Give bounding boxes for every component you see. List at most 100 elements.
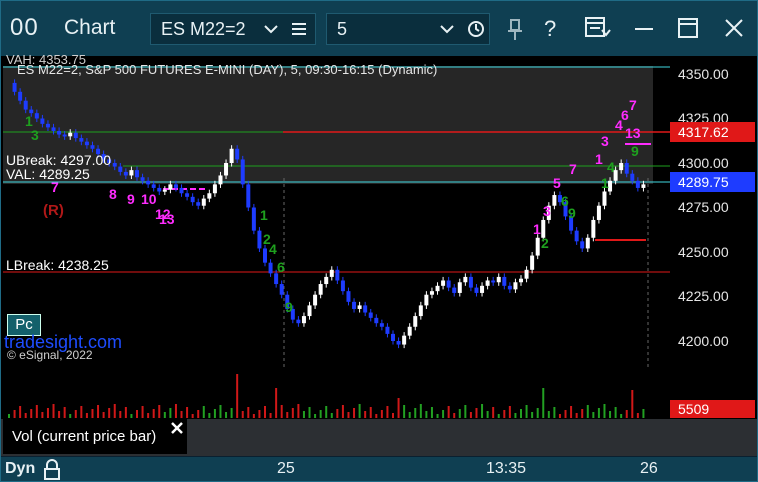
price-tick: 4200.00: [678, 333, 729, 349]
volume-bar: [280, 405, 283, 418]
volume-bar: [197, 410, 200, 418]
candle: [118, 166, 123, 172]
volume-bar: [158, 405, 161, 418]
close-study-icon[interactable]: [170, 421, 184, 435]
volume-bar: [119, 411, 122, 418]
volume-bar: [430, 407, 433, 418]
volume-bar: [553, 407, 556, 418]
candle: [340, 280, 345, 292]
volume-bar: [202, 406, 205, 418]
candle: [591, 219, 596, 238]
volume-bar: [264, 406, 266, 418]
clock-icon[interactable]: [467, 20, 485, 38]
lock-icon[interactable]: [42, 459, 62, 481]
volume-bar: [174, 404, 177, 418]
svg-text:?: ?: [544, 16, 556, 41]
candle: [168, 184, 173, 190]
candle: [424, 294, 429, 306]
volume-bar: [130, 414, 133, 418]
symbol-value: ES M22=2: [161, 19, 246, 39]
price-tick: 4225.00: [678, 288, 729, 304]
volume-bar: [108, 408, 111, 418]
candle: [23, 100, 28, 110]
volume-bar: [414, 408, 417, 418]
candle: [162, 189, 167, 192]
price-tick: 4275.00: [678, 199, 729, 215]
volume-bar: [113, 404, 116, 418]
volume-bar: [614, 407, 617, 418]
candle: [474, 287, 479, 293]
candlestick-series[interactable]: 137 8 9 101213 1246913572691143467139: [3, 58, 670, 367]
close-icon[interactable]: [722, 16, 746, 40]
volume-bar: [258, 410, 261, 418]
layout-dropdown-icon[interactable]: [585, 16, 613, 40]
volume-bar: [319, 410, 322, 418]
volume-bar: [186, 407, 189, 418]
price-axis[interactable]: 4350.00 4325.00 4300.00 4275.00 4250.00 …: [670, 58, 755, 367]
volume-bar: [97, 405, 100, 418]
candle: [524, 269, 529, 279]
candle: [235, 148, 240, 160]
volume-bar: [163, 412, 166, 418]
candle: [335, 269, 340, 281]
candle: [185, 193, 190, 197]
sequence-count-label: 6: [277, 259, 285, 275]
sequence-count-label: 1: [260, 207, 268, 223]
minimize-icon[interactable]: [632, 16, 656, 40]
volume-bar: [225, 412, 228, 418]
volume-bar: [275, 388, 278, 418]
axis-mode-label[interactable]: Dyn: [5, 460, 35, 478]
help-icon[interactable]: ?: [540, 15, 562, 41]
volume-bar: [419, 404, 422, 418]
candle: [468, 276, 473, 288]
symbol-selector[interactable]: ES M22=2: [150, 13, 316, 45]
candle: [580, 241, 585, 249]
candle: [368, 312, 373, 318]
chevron-down-icon[interactable]: [440, 23, 454, 35]
candle: [535, 237, 540, 256]
sequence-count-label: 7: [569, 161, 577, 177]
volume-bar: [492, 407, 495, 418]
window-title: Chart: [64, 16, 116, 39]
menu-icon[interactable]: [291, 21, 307, 37]
candle: [407, 326, 412, 336]
candle: [224, 163, 229, 176]
candle: [352, 301, 357, 309]
candle: [140, 177, 145, 181]
volume-bar: [369, 407, 372, 418]
volume-bar: [469, 412, 472, 418]
volume-bar: [247, 407, 250, 418]
candle: [513, 282, 518, 290]
volume-bar: [169, 408, 172, 418]
candle: [463, 276, 468, 283]
volume-bar: [269, 413, 272, 418]
sequence-count-label: 8: [109, 186, 117, 202]
candle: [129, 170, 134, 176]
time-axis[interactable]: Dyn 25 13:35 26: [0, 456, 758, 482]
candle: [62, 134, 67, 137]
candle: [268, 262, 273, 274]
pin-icon[interactable]: [505, 18, 525, 42]
candle: [402, 335, 407, 345]
candle: [530, 255, 535, 270]
maximize-icon[interactable]: [676, 16, 700, 40]
candle: [212, 184, 217, 194]
price-plot[interactable]: 1 3 7 8 9 10 12 13 1 2 4 6 9 1 3 5 7 2 6 9 1 1 4 3 4 6 7 13 9 VAH: 4…: [3, 52, 670, 367]
candle: [452, 287, 457, 293]
volume-pane[interactable]: [3, 368, 670, 418]
candle: [263, 248, 267, 263]
volume-bar: [609, 411, 612, 418]
chevron-down-icon[interactable]: [264, 23, 278, 35]
volume-tag: 5509: [670, 400, 755, 418]
candle: [480, 285, 485, 293]
volume-bar: [252, 414, 255, 418]
volume-bar: [625, 410, 628, 418]
candle: [296, 319, 301, 324]
price-tick: 4350.00: [678, 66, 729, 82]
sequence-count-label: 3: [543, 203, 551, 219]
candle: [40, 118, 45, 124]
volume-bar: [85, 413, 88, 418]
sequence-count-label: 1: [595, 151, 603, 167]
volume-bar: [286, 412, 289, 418]
interval-selector[interactable]: 5: [326, 13, 490, 45]
